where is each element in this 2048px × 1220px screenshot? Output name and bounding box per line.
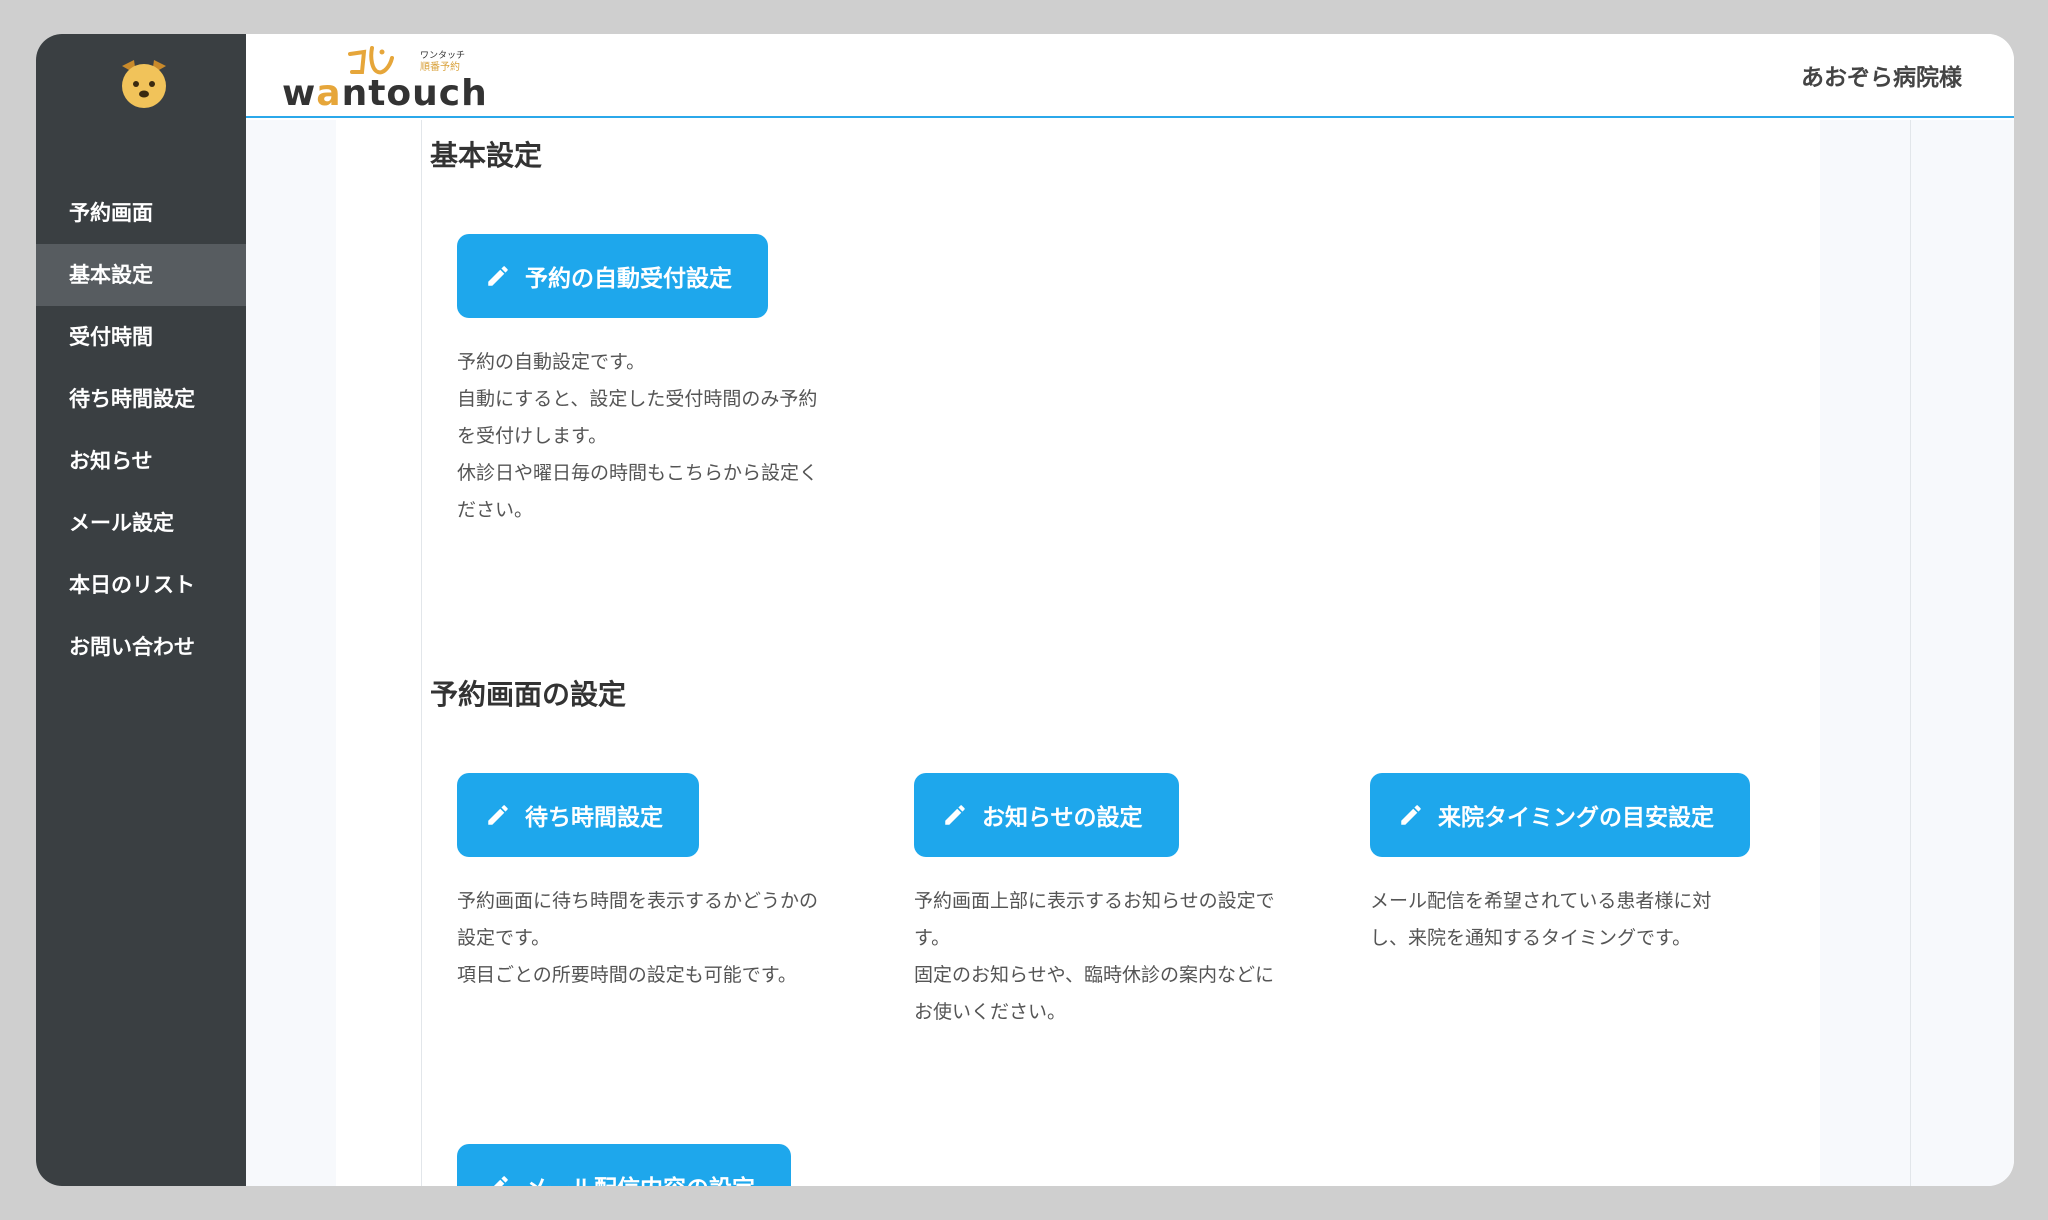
section-title-basic: 基本設定 — [430, 139, 543, 172]
notice-settings-button[interactable]: お知らせの設定 — [914, 773, 1179, 857]
brand-word-prefix: w — [282, 73, 317, 114]
sidebar-item-reservation-screen[interactable]: 予約画面 — [36, 182, 246, 244]
sidebar-item-today-list[interactable]: 本日のリスト — [36, 554, 246, 616]
brand-word-suffix: ntouch — [341, 73, 488, 114]
hospital-name: あおぞら病院様 — [1801, 65, 1962, 91]
sidebar-item-notices[interactable]: お知らせ — [36, 430, 246, 492]
mail-content-settings-label: メール配信内容の設定 — [525, 1169, 755, 1186]
sidebar-item-reception-hours[interactable]: 受付時間 — [36, 306, 246, 368]
description-line: 固定のお知らせや、臨時休診の案内などに — [914, 964, 1275, 986]
pencil-icon — [945, 805, 965, 825]
description-line: 予約画面上部に表示するお知らせの設定で — [914, 890, 1275, 912]
brand-word-accent: a — [316, 73, 342, 114]
sidebar: 予約画面 基本設定 受付時間 待ち時間設定 お知らせ メール設定 本日のリスト … — [36, 34, 246, 1186]
wait-time-settings-label: 待ち時間設定 — [525, 805, 663, 831]
description-line: ださい。 — [457, 499, 534, 521]
description-line: 項目ごとの所要時間の設定も可能です。 — [457, 964, 797, 986]
description-line: 休診日や曜日毎の時間もこちらから設定く — [457, 462, 819, 484]
sidebar-item-contact[interactable]: お問い合わせ — [36, 616, 246, 678]
description-line: お使いください。 — [914, 1001, 1067, 1023]
description-line: を受付けします。 — [457, 425, 608, 447]
basic-description: 予約の自動設定です。 自動にすると、設定した受付時間のみ予約 を受付けします。 … — [457, 344, 818, 529]
description-line: 予約の自動設定です。 — [457, 351, 646, 373]
description-line: メール配信を希望されている患者様に対 — [1370, 890, 1712, 912]
mail-content-settings-button[interactable]: メール配信内容の設定 — [457, 1144, 791, 1186]
section-title-reservation-screen: 予約画面の設定 — [430, 678, 627, 711]
auto-reception-settings-label: 予約の自動受付設定 — [525, 266, 732, 292]
pencil-icon — [493, 1176, 508, 1186]
sidebar-item-wait-time-settings[interactable]: 待ち時間設定 — [36, 368, 246, 430]
brand-tagline-top: ワンタッチ — [420, 51, 466, 61]
notice-description: 予約画面上部に表示するお知らせの設定で す。 固定のお知らせや、臨時休診の案内な… — [914, 883, 1275, 1031]
dog-face-icon[interactable] — [112, 52, 176, 116]
description-line: す。 — [914, 927, 951, 949]
wait-time-description: 予約画面に待ち時間を表示するかどうかの 設定です。 項目ごとの所要時間の設定も可… — [457, 883, 818, 994]
brand-tagline-bottom: 順番予約 — [420, 62, 460, 73]
wait-time-settings-button[interactable]: 待ち時間設定 — [457, 773, 699, 857]
description-line: 予約画面に待ち時間を表示するかどうかの — [457, 890, 819, 912]
brand-wordmark: wantouch — [282, 73, 488, 114]
top-header: ワンタッチ 順番予約 wantouch あおぞら病院様 — [246, 34, 2014, 118]
app-window: 予約画面 基本設定 受付時間 待ち時間設定 お知らせ メール設定 本日のリスト … — [36, 34, 2014, 1186]
pencil-icon — [488, 805, 508, 825]
visit-timing-description: メール配信を希望されている患者様に対 し、来院を通知するタイミングです。 — [1370, 883, 1711, 957]
pencil-icon — [488, 266, 508, 286]
sidebar-item-basic-settings[interactable]: 基本設定 — [36, 244, 246, 306]
sidebar-nav: 予約画面 基本設定 受付時間 待ち時間設定 お知らせ メール設定 本日のリスト … — [36, 182, 246, 678]
sidebar-item-mail-settings[interactable]: メール設定 — [36, 492, 246, 554]
description-line: 自動にすると、設定した受付時間のみ予約 — [457, 388, 818, 410]
brand-logo[interactable]: ワンタッチ 順番予約 wantouch — [282, 42, 492, 116]
notice-settings-label: お知らせの設定 — [982, 805, 1143, 831]
description-line: 設定です。 — [457, 927, 551, 949]
brand-tagline: ワンタッチ 順番予約 — [420, 50, 465, 74]
auto-reception-settings-button[interactable]: 予約の自動受付設定 — [457, 234, 768, 318]
visit-timing-settings-label: 来院タイミングの目安設定 — [1438, 805, 1714, 831]
visit-timing-settings-button[interactable]: 来院タイミングの目安設定 — [1370, 773, 1750, 857]
description-line: し、来院を通知するタイミングです。 — [1370, 927, 1692, 949]
pencil-icon — [1401, 805, 1421, 825]
